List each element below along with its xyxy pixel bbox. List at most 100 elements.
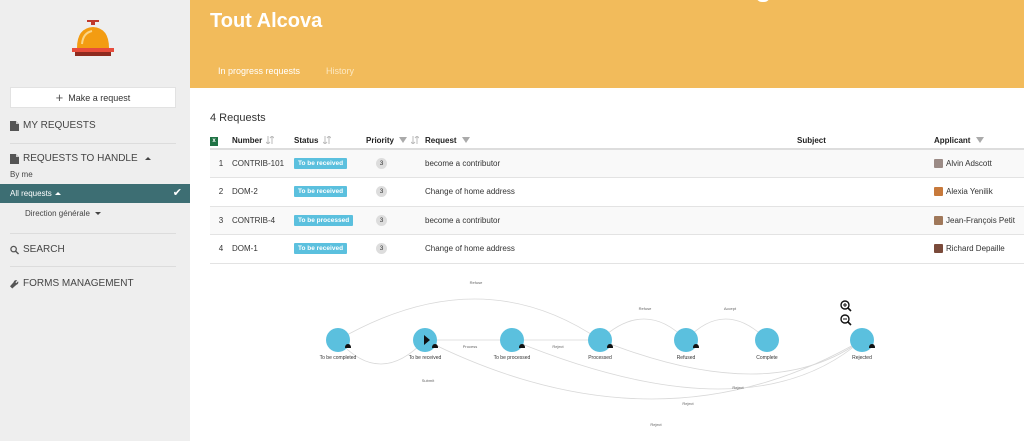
avatar	[934, 244, 943, 254]
applicant-name: Alexia Yenilik	[946, 187, 993, 197]
all-requests-item[interactable]: All requests ✔	[0, 184, 190, 203]
priority-badge: 3	[376, 214, 387, 226]
priority-badge: 3	[376, 186, 387, 198]
zoom-out-icon	[840, 314, 852, 326]
workflow-node	[326, 328, 350, 352]
applicant-name: Alvin Adscott	[946, 158, 992, 168]
workflow-edge	[599, 318, 687, 341]
column-subject-label: Subject	[797, 135, 826, 145]
table-row[interactable]: 4 DOM-1 To be received 3 Change of home …	[210, 234, 1024, 264]
all-requests-label: All requests	[10, 189, 52, 198]
workflow-node-label: Rejected	[852, 355, 872, 361]
direction-generale-item[interactable]: Direction générale	[25, 209, 102, 218]
status-badge: To be received	[294, 158, 348, 169]
column-status[interactable]: Status	[294, 132, 366, 150]
my-requests-link[interactable]: MY REQUESTS	[10, 120, 96, 131]
workflow-edge	[337, 298, 601, 341]
column-subject[interactable]: Subject	[797, 132, 934, 150]
plus-icon: +	[55, 90, 64, 105]
request-number: DOM-2	[232, 177, 294, 207]
direction-generale-label: Direction générale	[25, 209, 90, 218]
subject-cell	[797, 149, 934, 178]
service-bell-icon[interactable]	[72, 20, 114, 58]
workflow-node	[588, 328, 612, 352]
column-number-label: Number	[232, 135, 263, 145]
workflow-edge-label: Refuse	[470, 280, 483, 285]
table-row[interactable]: 3 CONTRIB-4 To be processed 3 become a c…	[210, 206, 1024, 235]
workflow-edge-label: Submit	[422, 378, 435, 383]
workflow-node-label: To be processed	[494, 355, 531, 361]
document-icon	[10, 153, 19, 164]
column-number[interactable]: Number	[232, 132, 294, 150]
search-label: SEARCH	[23, 244, 65, 255]
tab-history[interactable]: History	[326, 66, 354, 76]
avatar	[934, 187, 943, 197]
column-applicant[interactable]: Applicant	[934, 132, 1024, 150]
applicant-cell: Richard Depaille	[934, 234, 1024, 264]
my-requests-label: MY REQUESTS	[23, 120, 96, 131]
workflow-node-label: Processed	[588, 355, 612, 361]
filter-icon[interactable]	[461, 137, 470, 144]
by-me-label: By me	[10, 170, 33, 179]
requests-to-handle-label: REQUESTS TO HANDLE	[23, 153, 138, 164]
subject-cell	[797, 177, 934, 207]
window-notch	[756, 0, 770, 2]
app-root: + Make a request MY REQUESTS REQUESTS TO…	[0, 0, 1024, 441]
workflow-node-label: Refused	[677, 355, 696, 361]
status-cell: To be received	[294, 177, 366, 207]
workflow-edge-label: Accept	[724, 306, 737, 311]
column-request[interactable]: Request	[425, 132, 797, 150]
workflow-edge-label: Reject	[552, 344, 564, 349]
request-type: become a contributor	[425, 149, 797, 178]
column-request-label: Request	[425, 135, 457, 145]
divider	[10, 233, 176, 234]
avatar	[934, 215, 943, 225]
table-row[interactable]: 2 DOM-2 To be received 3 Change of home …	[210, 177, 1024, 207]
document-icon	[10, 120, 19, 131]
table-row[interactable]: 1 CONTRIB-101 To be received 3 become a …	[210, 149, 1024, 178]
applicant-name: Richard Depaille	[946, 244, 1005, 254]
checkmark-icon: ✔	[172, 187, 182, 199]
workflow-node-label: To be completed	[320, 355, 357, 361]
sidebar: + Make a request MY REQUESTS REQUESTS TO…	[0, 0, 190, 441]
workflow-node	[500, 328, 524, 352]
status-cell: To be received	[294, 149, 366, 178]
main-content: 4 Requests x Number Status Priority Requ…	[190, 88, 1024, 441]
caret-down-icon	[95, 212, 102, 216]
table-header-row: x Number Status Priority Request Subject…	[210, 132, 1024, 150]
filter-icon[interactable]	[975, 137, 984, 144]
divider	[10, 266, 176, 267]
request-number: DOM-1	[232, 234, 294, 264]
excel-export-icon[interactable]: x	[210, 136, 218, 146]
workflow-node	[850, 328, 874, 352]
applicant-cell: Jean-François Petit	[934, 206, 1024, 235]
workflow-diagram[interactable]: To be completed To be received To be pro…	[190, 268, 1024, 441]
forms-management-link[interactable]: FORMS MANAGEMENT	[10, 278, 134, 289]
wrench-icon	[10, 279, 19, 288]
priority-cell: 3	[366, 149, 425, 178]
request-count: 4 Requests	[210, 112, 266, 124]
export-excel-header: x	[210, 132, 232, 150]
column-priority[interactable]: Priority	[366, 132, 425, 150]
applicant-name: Jean-François Petit	[946, 215, 1015, 225]
sort-icon[interactable]	[411, 136, 420, 145]
workflow-edge-label: Reject	[682, 401, 694, 406]
header: Tout Alcova In progress requests History	[190, 0, 1024, 91]
sort-icon[interactable]	[266, 136, 275, 145]
applicant-cell: Alexia Yenilik	[934, 177, 1024, 207]
row-index: 2	[210, 177, 232, 207]
workflow-node	[755, 328, 779, 352]
applicant-cell: Alvin Adscott	[934, 149, 1024, 178]
status-cell: To be processed	[294, 206, 366, 235]
make-request-button[interactable]: + Make a request	[10, 87, 176, 108]
workflow-node-label: Complete	[756, 355, 778, 361]
search-link[interactable]: SEARCH	[10, 244, 65, 255]
caret-up-icon	[54, 192, 61, 195]
request-type: Change of home address	[425, 234, 797, 264]
avatar	[934, 159, 943, 169]
filter-icon[interactable]	[399, 137, 408, 144]
column-status-label: Status	[294, 135, 319, 145]
workflow-edge-label: Refuse	[639, 306, 652, 311]
sort-icon[interactable]	[322, 136, 331, 145]
requests-to-handle-toggle[interactable]: REQUESTS TO HANDLE	[10, 153, 151, 164]
